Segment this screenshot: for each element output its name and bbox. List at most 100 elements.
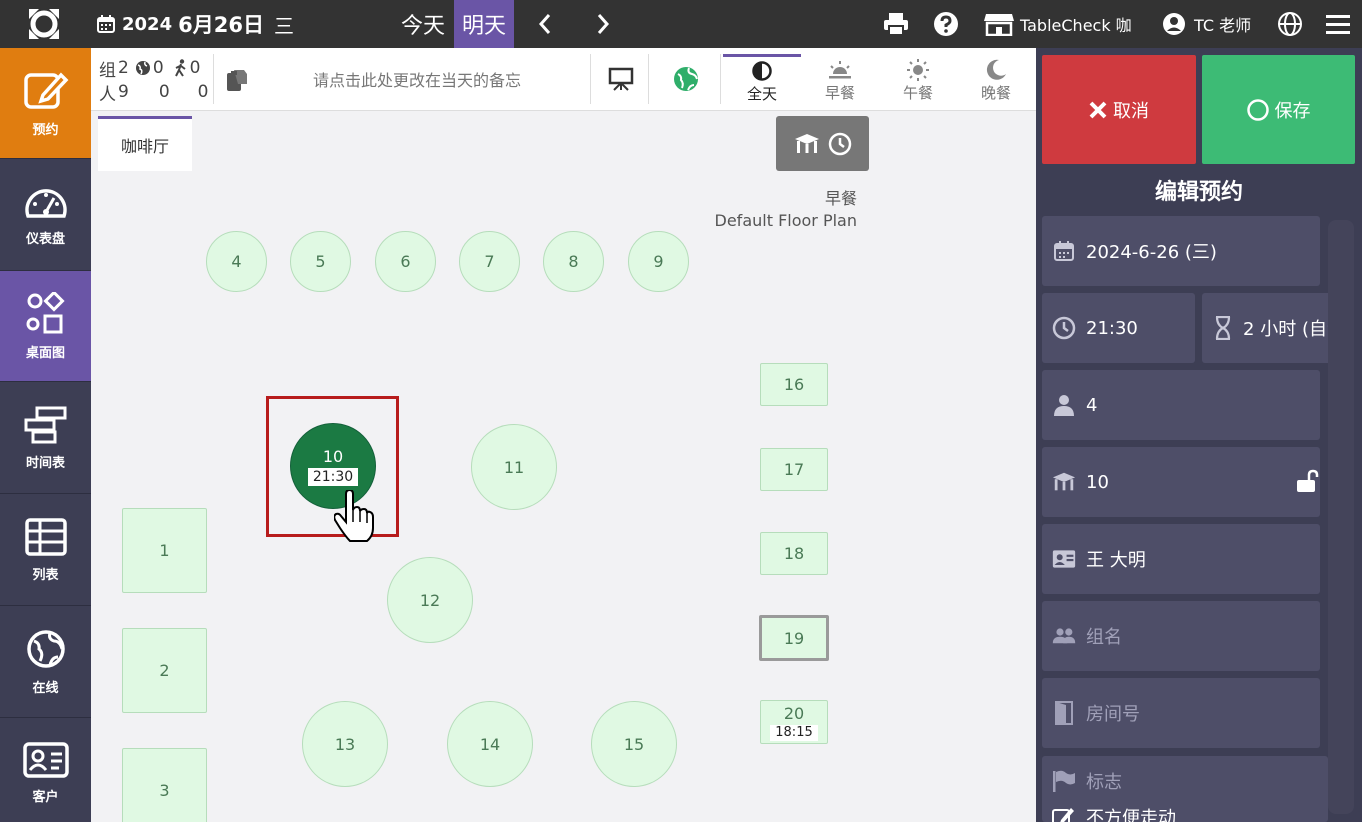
reservation-time: 18:15: [770, 724, 818, 741]
language-globe-icon[interactable]: [1274, 0, 1306, 48]
floor-plan-name: Default Floor Plan: [714, 211, 857, 230]
sidebar-label: 预约: [32, 122, 59, 138]
sidebar-item-reservation[interactable]: 预约: [0, 48, 91, 159]
table-number: 2: [159, 661, 170, 680]
table-9[interactable]: 9: [628, 231, 689, 292]
date-field[interactable]: 2024-6-26 (三): [1042, 216, 1320, 286]
floor-layout-button[interactable]: [776, 116, 869, 171]
tab-lunch[interactable]: 午餐: [879, 54, 957, 106]
tab-label: 晚餐: [980, 83, 1011, 102]
sidebar-item-online[interactable]: 在线: [0, 607, 91, 718]
tab-all-day[interactable]: 全天: [723, 54, 801, 106]
clipboard-icon: [227, 70, 247, 91]
tag-value: 不方便走动: [1086, 808, 1176, 822]
sidebar-item-list[interactable]: 列表: [0, 495, 91, 606]
shapes-icon: [26, 291, 65, 333]
table-15[interactable]: 15: [591, 701, 677, 787]
clock-icon: [828, 132, 851, 155]
table-number: 9: [653, 252, 664, 271]
table-20[interactable]: 20 18:15: [760, 700, 828, 744]
table-2[interactable]: 2: [122, 628, 207, 713]
table-number: 20: [783, 703, 805, 723]
table-number: 19: [783, 628, 805, 648]
chevron-right-icon[interactable]: [588, 0, 618, 48]
sidebar-item-dashboard[interactable]: 仪表盘: [0, 160, 91, 271]
globe-icon: [26, 629, 65, 668]
id-card-icon: [22, 742, 69, 778]
chevron-left-icon[interactable]: [530, 0, 560, 48]
online-globe-icon[interactable]: [651, 54, 721, 104]
shop-name: TableCheck 咖: [1020, 16, 1132, 35]
cancel-button[interactable]: 取消: [1042, 55, 1196, 164]
table-19[interactable]: 19: [759, 615, 829, 661]
table-number: 8: [568, 252, 579, 271]
hamburger-menu-icon[interactable]: [1322, 0, 1354, 48]
tomorrow-button[interactable]: 明天: [454, 0, 514, 48]
circle-icon: [1246, 98, 1269, 121]
app-logo-icon[interactable]: [24, 0, 64, 48]
table-8[interactable]: 8: [543, 231, 604, 292]
room-number-field[interactable]: 房间号: [1042, 678, 1320, 748]
panel-scrollbar[interactable]: [1328, 220, 1354, 814]
date-picker[interactable]: 2024 6月26日 三: [96, 0, 294, 48]
sun-icon: [907, 58, 929, 81]
table-12[interactable]: 12: [387, 557, 473, 643]
today-button[interactable]: 今天: [394, 0, 452, 48]
party-size-field[interactable]: 4: [1042, 370, 1320, 440]
reservation-counts: 组 2 0 0 人 9 0 0: [99, 56, 209, 105]
save-button[interactable]: 保存: [1202, 55, 1355, 164]
time-field[interactable]: 21:30: [1042, 293, 1195, 363]
sidebar-label: 桌面图: [25, 345, 65, 361]
presentation-icon[interactable]: [593, 54, 649, 104]
guest-name-field[interactable]: 王 大明: [1042, 524, 1320, 594]
unlock-icon[interactable]: [1296, 469, 1320, 493]
group-name-field[interactable]: 组名: [1042, 601, 1320, 671]
date-weekday: 三: [273, 13, 294, 38]
table-3[interactable]: 3: [122, 748, 207, 822]
table-value: 10: [1086, 471, 1109, 493]
half-circle-icon: [752, 61, 772, 81]
table-18[interactable]: 18: [760, 532, 828, 575]
selection-highlight: [266, 396, 399, 537]
table-13[interactable]: 13: [302, 701, 388, 787]
table-number: 11: [503, 457, 525, 477]
store-icon: [984, 14, 1014, 36]
sidebar-item-floorplan[interactable]: 桌面图: [0, 271, 91, 382]
table-14[interactable]: 14: [447, 701, 533, 787]
table-6[interactable]: 6: [375, 231, 436, 292]
sidebar-item-timeline[interactable]: 时间表: [0, 383, 91, 494]
tab-dinner[interactable]: 晚餐: [957, 54, 1035, 106]
timeline-icon: [24, 406, 66, 443]
shop-selector[interactable]: TableCheck 咖: [984, 0, 1132, 48]
floor-plan-info: 早餐 Default Floor Plan: [700, 188, 857, 232]
table-4[interactable]: 4: [206, 231, 267, 292]
groups-label: 组: [99, 60, 116, 81]
sidebar-label: 仪表盘: [25, 231, 65, 247]
table-7[interactable]: 7: [459, 231, 520, 292]
table-field[interactable]: 10: [1042, 447, 1320, 517]
table-11[interactable]: 11: [471, 424, 557, 510]
person-icon: [1054, 395, 1074, 416]
help-icon[interactable]: [930, 0, 962, 48]
sidebar-label: 客户: [32, 790, 59, 805]
daily-memo[interactable]: 请点击此处更改在当天的备忘: [213, 54, 591, 104]
moon-icon: [986, 59, 1006, 80]
table-1[interactable]: 1: [122, 508, 207, 593]
table-5[interactable]: 5: [290, 231, 351, 292]
sunrise-icon: [829, 60, 851, 78]
groups-walkin-count: 0: [189, 58, 201, 78]
room-tab-cafe[interactable]: 咖啡厅: [98, 116, 192, 171]
tab-breakfast[interactable]: 早餐: [801, 54, 879, 106]
print-icon[interactable]: [880, 0, 912, 48]
edit-icon: [23, 71, 68, 109]
table-16[interactable]: 16: [760, 363, 828, 406]
table-number: 7: [484, 252, 495, 271]
sidebar-item-customers[interactable]: 客户: [0, 718, 91, 822]
table-number: 18: [783, 544, 805, 563]
table-17[interactable]: 17: [760, 448, 828, 491]
group-name-placeholder: 组名: [1086, 627, 1122, 648]
top-bar: 2024 6月26日 三 今天 明天 TableCheck 咖 TC 老师: [0, 0, 1362, 48]
tags-field[interactable]: 标志 不方便走动: [1042, 756, 1328, 822]
hourglass-icon: [1215, 316, 1230, 340]
user-menu[interactable]: TC 老师: [1162, 0, 1251, 48]
